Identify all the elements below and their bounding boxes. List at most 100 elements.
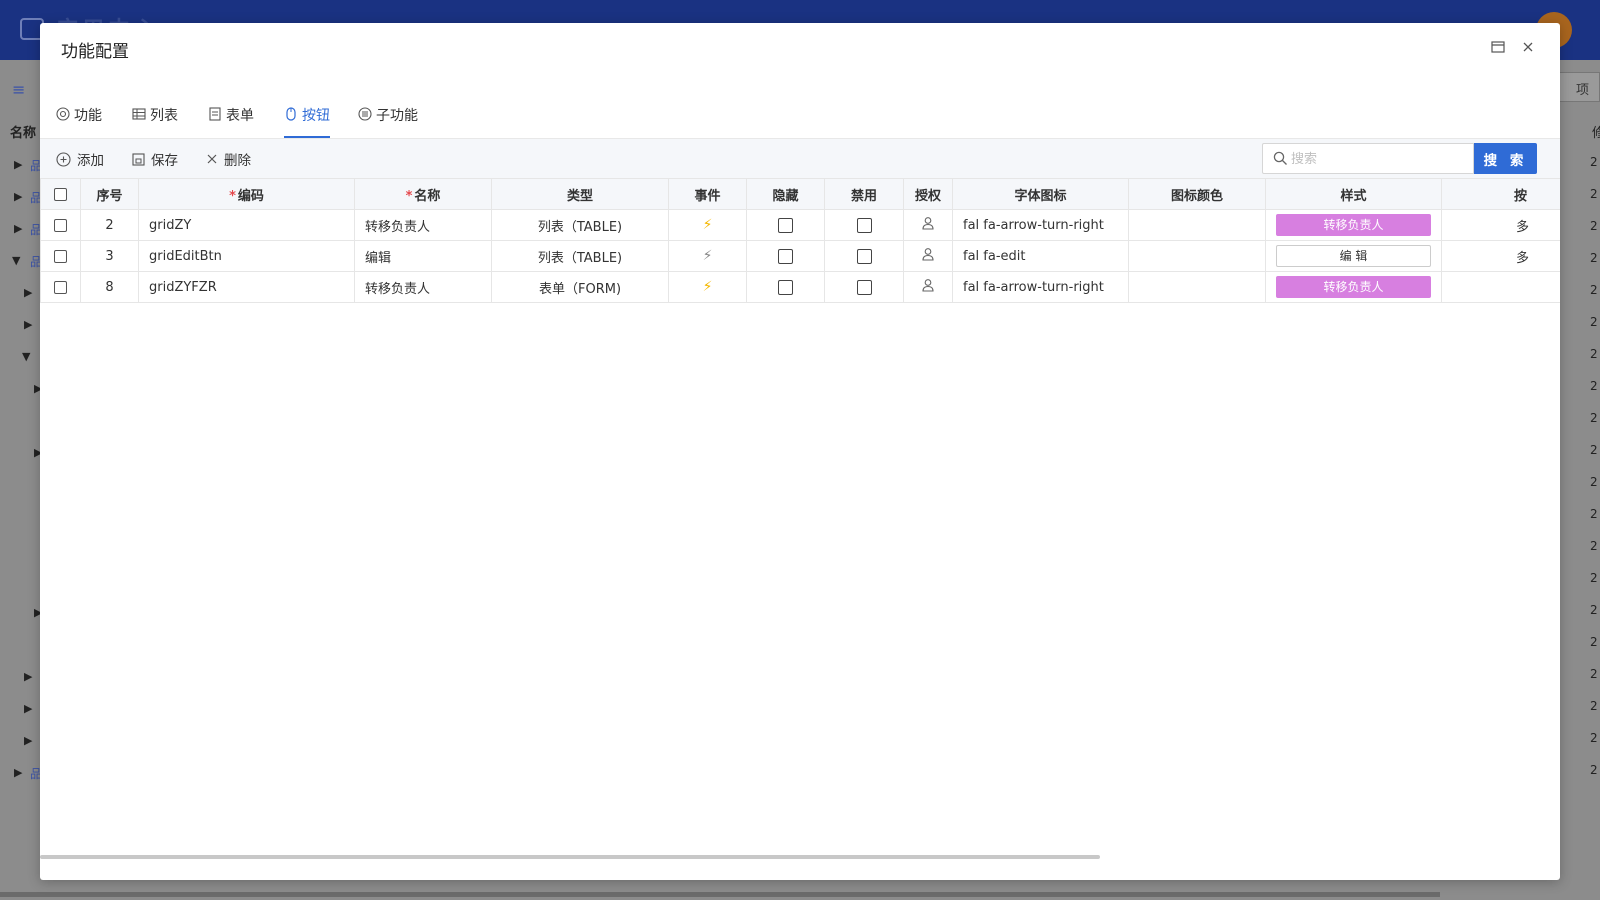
column-header-extra[interactable]: 按 [1441, 178, 1560, 210]
name-cell[interactable]: 编辑 [354, 240, 492, 272]
expand-icon[interactable]: ▶ [24, 318, 32, 331]
column-header-type[interactable]: 类型 [491, 178, 669, 210]
icon-color-cell[interactable] [1128, 271, 1266, 303]
lightning-icon[interactable]: ⚡ [703, 248, 713, 264]
collapse-icon[interactable]: ▼ [22, 350, 30, 363]
seq-cell: 3 [80, 240, 139, 272]
column-header-font-icon[interactable]: 字体图标 [952, 178, 1129, 210]
hidden-checkbox[interactable] [778, 279, 793, 295]
hamburger-menu-icon[interactable]: ≡ [12, 80, 25, 99]
style-preview-button[interactable]: 转移负责人 [1276, 276, 1431, 298]
auth-cell[interactable] [903, 240, 953, 272]
hidden-cell [746, 240, 825, 272]
hidden-checkbox[interactable] [778, 248, 793, 264]
style-cell[interactable]: 转移负责人 [1265, 271, 1442, 303]
tab-sub-function[interactable]: 子功能 [358, 105, 418, 138]
user-icon[interactable] [921, 278, 935, 292]
seq-cell: 2 [80, 209, 139, 241]
column-header-disabled[interactable]: 禁用 [824, 178, 904, 210]
required-mark: * [229, 188, 236, 204]
mouse-icon [286, 107, 296, 121]
dialog-header: 功能配置 [40, 23, 1560, 73]
column-header-seq[interactable]: 序号 [80, 178, 139, 210]
extra-cell [1441, 271, 1560, 303]
expand-icon[interactable]: ▶ [24, 734, 32, 747]
column-header-auth[interactable]: 授权 [903, 178, 953, 210]
row-checkbox[interactable] [54, 218, 67, 232]
table-row[interactable]: 2 gridZY 转移负责人 列表（TABLE) ⚡ fal fa-arrow-turn-… [40, 209, 1560, 241]
name-cell[interactable]: 转移负责人 [354, 209, 492, 241]
horizontal-scrollbar[interactable] [40, 855, 1100, 859]
expand-icon[interactable]: ▶ [24, 670, 32, 683]
type-cell[interactable]: 列表（TABLE) [491, 240, 669, 272]
column-header-hidden[interactable]: 隐藏 [746, 178, 825, 210]
style-cell[interactable]: 编 辑 [1265, 240, 1442, 272]
select-all-cell [40, 178, 81, 210]
expand-icon[interactable]: ▶ [24, 286, 32, 299]
tab-form[interactable]: 表单 [208, 105, 254, 138]
save-label: 保存 [151, 153, 178, 169]
column-header-event[interactable]: 事件 [668, 178, 747, 210]
disabled-checkbox[interactable] [856, 217, 872, 233]
font-icon-cell[interactable]: fal fa-arrow-turn-right [952, 209, 1129, 241]
style-cell[interactable]: 转移负责人 [1265, 209, 1442, 241]
seq-cell: 8 [80, 271, 139, 303]
maximize-icon[interactable] [1490, 39, 1508, 57]
column-header-icon-color[interactable]: 图标颜色 [1128, 178, 1266, 210]
search-input[interactable] [1291, 148, 1467, 170]
save-button[interactable]: 保存 [132, 149, 178, 169]
tab-button[interactable]: 按钮 [284, 105, 330, 138]
add-button[interactable]: 添加 [56, 149, 104, 169]
font-icon-cell[interactable]: fal fa-arrow-turn-right [952, 271, 1129, 303]
icon-color-cell[interactable] [1128, 240, 1266, 272]
row-checkbox[interactable] [54, 249, 67, 263]
event-cell[interactable]: ⚡ [668, 271, 747, 303]
user-icon[interactable] [921, 216, 935, 230]
select-all-checkbox[interactable] [54, 187, 67, 201]
tab-function[interactable]: 功能 [56, 105, 102, 138]
collapse-icon[interactable]: ▼ [12, 254, 20, 267]
close-icon[interactable] [1520, 39, 1538, 57]
tab-list[interactable]: 列表 [132, 105, 178, 138]
expand-icon[interactable]: ▶ [14, 190, 22, 203]
code-cell[interactable]: gridEditBtn [138, 240, 355, 272]
event-cell[interactable]: ⚡ [668, 240, 747, 272]
auth-cell[interactable] [903, 209, 953, 241]
disabled-checkbox[interactable] [856, 248, 872, 264]
row-checkbox[interactable] [54, 280, 67, 294]
hidden-checkbox[interactable] [778, 217, 793, 233]
lightning-icon[interactable]: ⚡ [703, 217, 713, 233]
lightning-icon[interactable]: ⚡ [703, 279, 713, 295]
background-scrollbar[interactable] [0, 892, 1440, 897]
code-cell[interactable]: gridZYFZR [138, 271, 355, 303]
user-icon[interactable] [921, 247, 935, 261]
disabled-checkbox[interactable] [856, 279, 872, 295]
background-right-values: 2222 2222 2222 2222 2222 [1590, 155, 1598, 777]
name-cell[interactable]: 转移负责人 [354, 271, 492, 303]
auth-cell[interactable] [903, 271, 953, 303]
tab-label: 列表 [150, 108, 178, 124]
row-select-cell [40, 209, 81, 241]
type-cell[interactable]: 列表（TABLE) [491, 209, 669, 241]
disabled-cell [824, 240, 904, 272]
expand-icon[interactable]: ▶ [24, 702, 32, 715]
expand-icon[interactable]: ▶ [14, 222, 22, 235]
column-header-style[interactable]: 样式 [1265, 178, 1442, 210]
table-row[interactable]: 8 gridZYFZR 转移负责人 表单（FORM) ⚡ fal fa-arrow-tur… [40, 271, 1560, 303]
type-cell[interactable]: 表单（FORM) [491, 271, 669, 303]
column-header-name[interactable]: * 名称 [354, 178, 492, 210]
column-header-code[interactable]: * 编码 [138, 178, 355, 210]
style-preview-button[interactable]: 转移负责人 [1276, 214, 1431, 236]
icon-color-cell[interactable] [1128, 209, 1266, 241]
code-cell[interactable]: gridZY [138, 209, 355, 241]
search-button[interactable]: 搜 索 [1474, 143, 1537, 174]
table-row[interactable]: 3 gridEditBtn 编辑 列表（TABLE) ⚡ fal fa-edit 编 辑多 [40, 240, 1560, 272]
delete-button[interactable]: 删除 [206, 149, 251, 169]
tab-label: 表单 [226, 108, 254, 124]
expand-icon[interactable]: ▶ [14, 766, 22, 779]
expand-icon[interactable]: ▶ [14, 158, 22, 171]
background-name-header: 名称 [10, 126, 37, 141]
style-preview-button[interactable]: 编 辑 [1276, 245, 1431, 267]
font-icon-cell[interactable]: fal fa-edit [952, 240, 1129, 272]
event-cell[interactable]: ⚡ [668, 209, 747, 241]
